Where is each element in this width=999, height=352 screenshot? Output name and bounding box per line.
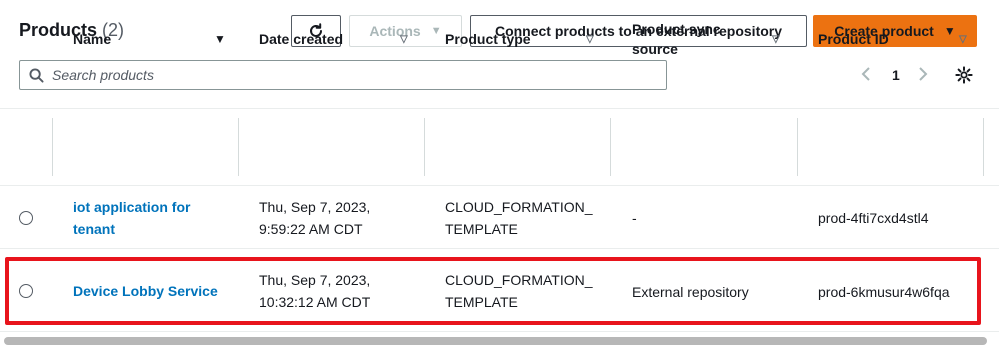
column-resizer[interactable] <box>610 118 611 176</box>
column-sync-label: Product sync source <box>632 21 721 57</box>
row-select-radio[interactable] <box>19 211 33 225</box>
column-divider <box>52 118 53 176</box>
sort-caret-icon: ▽ <box>400 33 408 45</box>
column-header-product-id[interactable]: Product ID ▽ <box>818 0 978 78</box>
sync-source-cell: - <box>632 210 637 226</box>
column-resizer[interactable] <box>424 118 425 176</box>
product-name-link[interactable]: Device Lobby Service <box>73 280 218 302</box>
column-resizer[interactable] <box>238 118 239 176</box>
column-id-label: Product ID <box>818 31 889 47</box>
column-resizer[interactable] <box>797 118 798 176</box>
column-type-label: Product type <box>445 31 531 47</box>
column-date-label: Date created <box>259 31 344 47</box>
sort-caret-icon: ▽ <box>959 33 967 45</box>
caret-down-icon: ▼ <box>430 25 442 37</box>
product-type-cell: CLOUD_FORMATION_ TEMPLATE <box>445 272 593 310</box>
column-resizer[interactable] <box>983 118 984 176</box>
products-panel: Products (2) Actions ▼ Connect products … <box>0 0 999 352</box>
product-name-link[interactable]: iot application for tenant <box>73 196 190 240</box>
date-created-cell: Thu, Sep 7, 2023, 10:32:12 AM CDT <box>259 272 371 310</box>
table-row: iot application for tenant Thu, Sep 7, 2… <box>0 187 999 249</box>
column-header-date-created[interactable]: Date created ▽ <box>259 0 419 78</box>
sort-caret-icon: ▽ <box>772 33 780 45</box>
column-header-product-type[interactable]: Product type ▽ <box>445 0 605 78</box>
date-created-cell: Thu, Sep 7, 2023, 9:59:22 AM CDT <box>259 199 371 237</box>
column-header-sync-source[interactable]: Product sync source ▽ <box>632 0 792 78</box>
product-type-cell: CLOUD_FORMATION_ TEMPLATE <box>445 199 593 237</box>
sort-caret-icon: ▽ <box>586 33 594 45</box>
product-id-cell: prod-4fti7cxd4stl4 <box>818 210 929 226</box>
sort-descending-icon: ▼ <box>214 32 226 46</box>
horizontal-scrollbar[interactable] <box>4 337 987 345</box>
sync-source-cell: External repository <box>632 284 749 300</box>
search-icon <box>29 67 44 83</box>
product-id-cell: prod-6kmusur4w6fqa <box>818 284 950 300</box>
table-header <box>0 108 999 186</box>
column-name-label: Name <box>73 31 112 47</box>
column-header-name[interactable]: Name ▼ <box>73 0 233 78</box>
table-row: Device Lobby Service Thu, Sep 7, 2023, 1… <box>0 250 999 332</box>
row-select-radio[interactable] <box>19 284 33 298</box>
